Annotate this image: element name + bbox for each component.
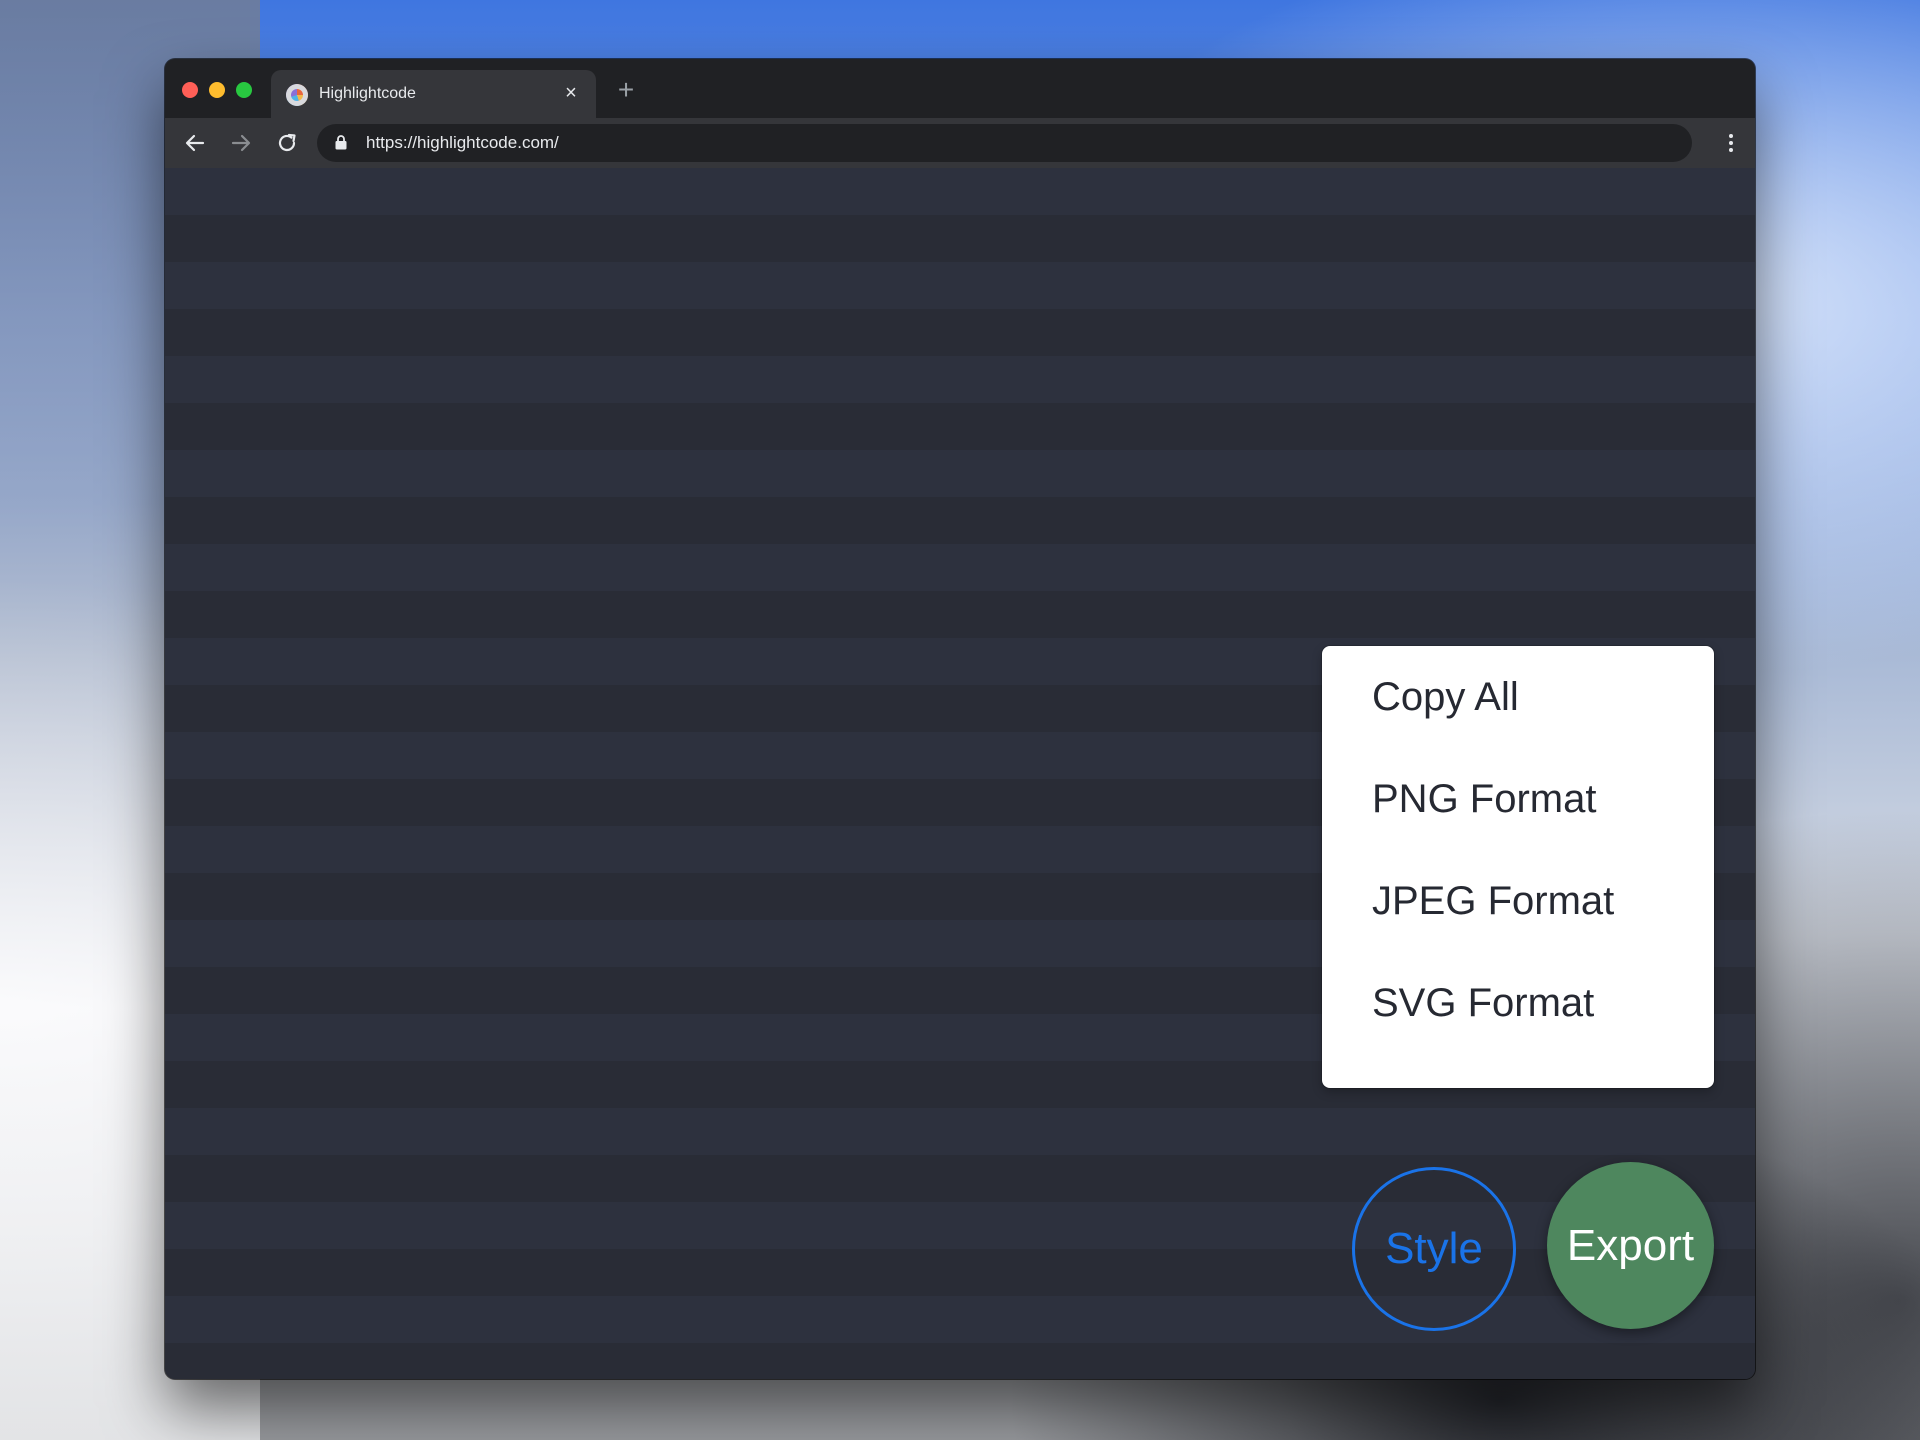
close-window-button[interactable] <box>182 82 198 98</box>
close-tab-icon[interactable]: × <box>558 80 584 106</box>
export-button[interactable]: Export <box>1547 1162 1714 1329</box>
back-button[interactable] <box>179 127 211 159</box>
menu-item-svg-format[interactable]: SVG Format <box>1372 967 1594 1039</box>
tab-title: Highlightcode <box>319 85 416 102</box>
maximize-window-button[interactable] <box>236 82 252 98</box>
tab-highlightcode[interactable]: Highlightcode × <box>271 70 596 118</box>
favicon-icon <box>286 84 308 106</box>
style-button[interactable]: Style <box>1352 1167 1516 1331</box>
reload-icon <box>278 133 296 152</box>
minimize-window-button[interactable] <box>209 82 225 98</box>
more-vertical-icon[interactable] <box>1721 128 1741 158</box>
browser-window: Highlightcode × + https://highlightcode.… <box>165 59 1755 1379</box>
arrow-left-icon <box>185 134 205 152</box>
new-tab-icon[interactable]: + <box>611 75 641 105</box>
menu-item-png-format[interactable]: PNG Format <box>1372 763 1596 835</box>
forward-button[interactable] <box>225 127 257 159</box>
menu-item-copy-all[interactable]: Copy All <box>1372 661 1519 733</box>
reload-button[interactable] <box>271 127 303 159</box>
tab-strip: Highlightcode × + <box>165 59 1755 118</box>
arrow-right-icon <box>231 134 251 152</box>
address-bar[interactable]: https://highlightcode.com/ <box>317 124 1692 162</box>
export-dropdown-menu: Copy All PNG Format JPEG Format SVG Form… <box>1322 646 1714 1088</box>
menu-item-jpeg-format[interactable]: JPEG Format <box>1372 865 1614 937</box>
browser-toolbar: https://highlightcode.com/ <box>165 118 1755 168</box>
url-text: https://highlightcode.com/ <box>366 133 559 152</box>
lock-icon <box>335 135 347 150</box>
